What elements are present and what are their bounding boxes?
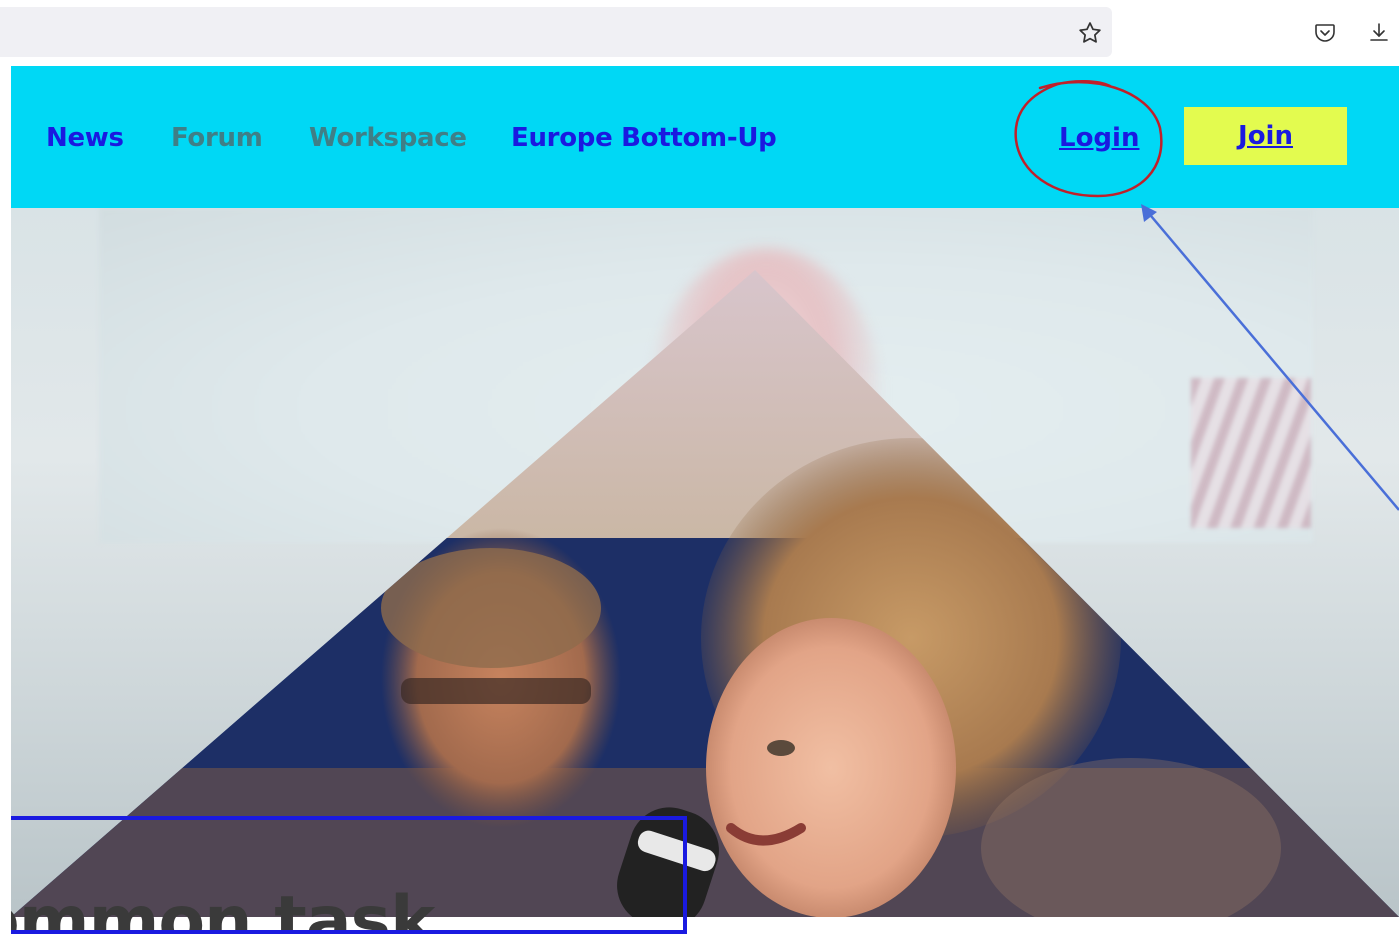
page-left-edge (0, 66, 11, 917)
hero-image (11, 208, 1399, 917)
nav-link-news[interactable]: News (46, 123, 124, 153)
login-link[interactable]: Login (1059, 123, 1139, 153)
site-navigation: News Forum Workspace Europe Bottom-Up Lo… (11, 66, 1399, 208)
hero-heading: ommon task (11, 882, 435, 934)
join-button[interactable]: Join (1184, 107, 1347, 165)
hero-text-box: ommon task (11, 816, 687, 934)
browser-toolbar (0, 0, 1399, 66)
hero-triangle-photo (11, 270, 1399, 917)
download-icon[interactable] (1364, 18, 1394, 48)
nav-link-forum[interactable]: Forum (171, 123, 263, 153)
nav-link-europe-bottom-up[interactable]: Europe Bottom-Up (511, 123, 777, 153)
nav-link-workspace[interactable]: Workspace (309, 123, 467, 153)
star-outline-icon[interactable] (1075, 18, 1105, 48)
address-bar[interactable] (0, 7, 1112, 57)
pocket-icon[interactable] (1310, 18, 1340, 48)
